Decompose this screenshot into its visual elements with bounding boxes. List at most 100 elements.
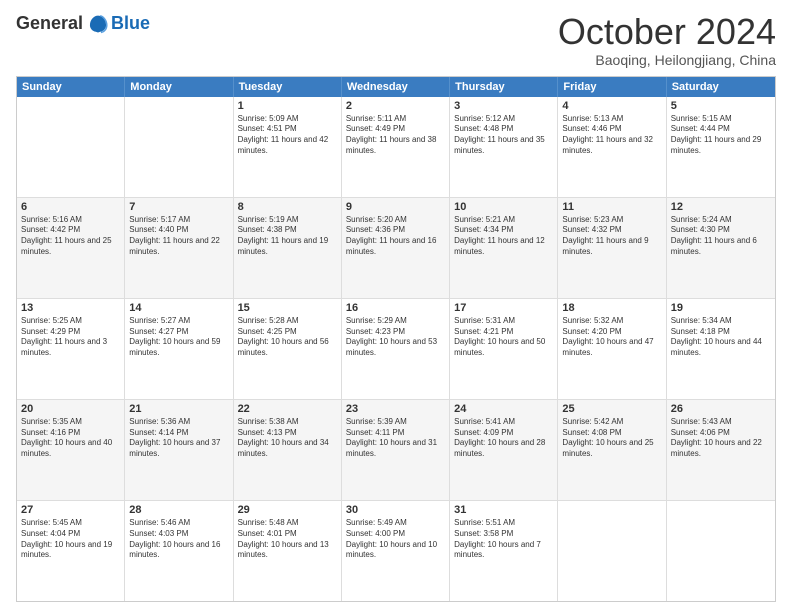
logo-area: General Blue — [16, 12, 150, 34]
cal-cell-r2-c6: 19 Sunrise: 5:34 AM Sunset: 4:18 PM Dayli… — [667, 299, 775, 399]
day-details: Sunrise: 5:43 AM Sunset: 4:06 PM Dayligh… — [671, 417, 771, 460]
logo: General Blue — [16, 12, 150, 34]
day-details: Sunrise: 5:11 AM Sunset: 4:49 PM Dayligh… — [346, 114, 445, 157]
cal-cell-r1-c3: 9 Sunrise: 5:20 AM Sunset: 4:36 PM Daylig… — [342, 198, 450, 298]
cal-cell-r0-c2: 1Sunrise: 5:09 AM Sunset: 4:51 PM Daylig… — [234, 97, 342, 197]
cal-cell-r4-c5 — [558, 501, 666, 601]
day-details: Sunrise: 5:28 AM Sunset: 4:25 PM Dayligh… — [238, 316, 337, 359]
header-friday: Friday — [558, 77, 666, 97]
cal-row-3: 20 Sunrise: 5:35 AM Sunset: 4:16 PM Dayli… — [17, 399, 775, 500]
day-details: Sunrise: 5:31 AM Sunset: 4:21 PM Dayligh… — [454, 316, 553, 359]
day-details: Sunrise: 5:39 AM Sunset: 4:11 PM Dayligh… — [346, 417, 445, 460]
day-details: Sunrise: 5:25 AM Sunset: 4:29 PM Dayligh… — [21, 316, 120, 359]
cal-cell-r3-c1: 21 Sunrise: 5:36 AM Sunset: 4:14 PM Dayli… — [125, 400, 233, 500]
cal-cell-r4-c2: 29 Sunrise: 5:48 AM Sunset: 4:01 PM Dayli… — [234, 501, 342, 601]
cal-cell-r4-c1: 28 Sunrise: 5:46 AM Sunset: 4:03 PM Dayli… — [125, 501, 233, 601]
cal-cell-r0-c3: 2 Sunrise: 5:11 AM Sunset: 4:49 PM Daylig… — [342, 97, 450, 197]
day-details: Sunrise: 5:35 AM Sunset: 4:16 PM Dayligh… — [21, 417, 120, 460]
day-details: Sunrise: 5:19 AM Sunset: 4:38 PM Dayligh… — [238, 215, 337, 258]
cal-cell-r2-c0: 13 Sunrise: 5:25 AM Sunset: 4:29 PM Dayli… — [17, 299, 125, 399]
day-number: 24 — [454, 403, 553, 415]
cal-row-0: 1Sunrise: 5:09 AM Sunset: 4:51 PM Daylig… — [17, 97, 775, 197]
cal-cell-r0-c0 — [17, 97, 125, 197]
day-details: Sunrise: 5:16 AM Sunset: 4:42 PM Dayligh… — [21, 215, 120, 258]
day-number: 22 — [238, 403, 337, 415]
day-details: Sunrise: 5:49 AM Sunset: 4:00 PM Dayligh… — [346, 518, 445, 561]
day-number: 6 — [21, 201, 120, 213]
cal-cell-r0-c6: 5 Sunrise: 5:15 AM Sunset: 4:44 PM Daylig… — [667, 97, 775, 197]
day-details: Sunrise: 5:32 AM Sunset: 4:20 PM Dayligh… — [562, 316, 661, 359]
cal-cell-r2-c5: 18 Sunrise: 5:32 AM Sunset: 4:20 PM Dayli… — [558, 299, 666, 399]
day-details: Sunrise: 5:46 AM Sunset: 4:03 PM Dayligh… — [129, 518, 228, 561]
day-number: 27 — [21, 504, 120, 516]
day-details: Sunrise: 5:17 AM Sunset: 4:40 PM Dayligh… — [129, 215, 228, 258]
day-number: 18 — [562, 302, 661, 314]
day-details: Sunrise: 5:24 AM Sunset: 4:30 PM Dayligh… — [671, 215, 771, 258]
cal-cell-r0-c5: 4 Sunrise: 5:13 AM Sunset: 4:46 PM Daylig… — [558, 97, 666, 197]
cal-cell-r2-c4: 17 Sunrise: 5:31 AM Sunset: 4:21 PM Dayli… — [450, 299, 558, 399]
cal-row-1: 6 Sunrise: 5:16 AM Sunset: 4:42 PM Daylig… — [17, 197, 775, 298]
day-details: Sunrise: 5:15 AM Sunset: 4:44 PM Dayligh… — [671, 114, 771, 157]
cal-cell-r0-c4: 3 Sunrise: 5:12 AM Sunset: 4:48 PM Daylig… — [450, 97, 558, 197]
day-number: 2 — [346, 100, 445, 112]
day-number: 12 — [671, 201, 771, 213]
day-number: 29 — [238, 504, 337, 516]
title-area: October 2024 Baoqing, Heilongjiang, Chin… — [558, 12, 776, 68]
day-number: 23 — [346, 403, 445, 415]
day-number: 14 — [129, 302, 228, 314]
cal-cell-r3-c3: 23 Sunrise: 5:39 AM Sunset: 4:11 PM Dayli… — [342, 400, 450, 500]
day-number: 19 — [671, 302, 771, 314]
cal-cell-r4-c4: 31 Sunrise: 5:51 AM Sunset: 3:58 PM Dayli… — [450, 501, 558, 601]
day-number: 3 — [454, 100, 553, 112]
day-number: 9 — [346, 201, 445, 213]
cal-cell-r2-c2: 15 Sunrise: 5:28 AM Sunset: 4:25 PM Dayli… — [234, 299, 342, 399]
logo-icon — [87, 12, 109, 34]
day-number: 15 — [238, 302, 337, 314]
day-number: 20 — [21, 403, 120, 415]
month-title: October 2024 — [558, 12, 776, 52]
calendar-body: 1Sunrise: 5:09 AM Sunset: 4:51 PM Daylig… — [17, 97, 775, 601]
cal-row-4: 27 Sunrise: 5:45 AM Sunset: 4:04 PM Dayli… — [17, 500, 775, 601]
day-number: 10 — [454, 201, 553, 213]
location-subtitle: Baoqing, Heilongjiang, China — [558, 52, 776, 68]
day-number: 26 — [671, 403, 771, 415]
day-details: Sunrise: 5:36 AM Sunset: 4:14 PM Dayligh… — [129, 417, 228, 460]
day-details: Sunrise: 5:41 AM Sunset: 4:09 PM Dayligh… — [454, 417, 553, 460]
day-number: 17 — [454, 302, 553, 314]
day-details: Sunrise: 5:21 AM Sunset: 4:34 PM Dayligh… — [454, 215, 553, 258]
cal-cell-r3-c4: 24 Sunrise: 5:41 AM Sunset: 4:09 PM Dayli… — [450, 400, 558, 500]
header-wednesday: Wednesday — [342, 77, 450, 97]
day-number: 11 — [562, 201, 661, 213]
cal-cell-r1-c4: 10 Sunrise: 5:21 AM Sunset: 4:34 PM Dayli… — [450, 198, 558, 298]
day-details: Sunrise: 5:20 AM Sunset: 4:36 PM Dayligh… — [346, 215, 445, 258]
day-details: Sunrise: 5:48 AM Sunset: 4:01 PM Dayligh… — [238, 518, 337, 561]
day-number: 13 — [21, 302, 120, 314]
cal-cell-r3-c5: 25Sunrise: 5:42 AM Sunset: 4:08 PM Dayli… — [558, 400, 666, 500]
day-details: Sunrise: 5:29 AM Sunset: 4:23 PM Dayligh… — [346, 316, 445, 359]
cal-cell-r1-c5: 11 Sunrise: 5:23 AM Sunset: 4:32 PM Dayli… — [558, 198, 666, 298]
day-number: 1 — [238, 100, 337, 112]
cal-cell-r4-c0: 27 Sunrise: 5:45 AM Sunset: 4:04 PM Dayli… — [17, 501, 125, 601]
day-number: 8 — [238, 201, 337, 213]
day-number: 21 — [129, 403, 228, 415]
day-details: Sunrise: 5:13 AM Sunset: 4:46 PM Dayligh… — [562, 114, 661, 157]
day-number: 4 — [562, 100, 661, 112]
day-number: 28 — [129, 504, 228, 516]
cal-cell-r1-c2: 8 Sunrise: 5:19 AM Sunset: 4:38 PM Daylig… — [234, 198, 342, 298]
day-details: Sunrise: 5:45 AM Sunset: 4:04 PM Dayligh… — [21, 518, 120, 561]
day-number: 7 — [129, 201, 228, 213]
cal-cell-r3-c6: 26 Sunrise: 5:43 AM Sunset: 4:06 PM Dayli… — [667, 400, 775, 500]
day-details: Sunrise: 5:51 AM Sunset: 3:58 PM Dayligh… — [454, 518, 553, 561]
cal-cell-r3-c2: 22Sunrise: 5:38 AM Sunset: 4:13 PM Dayli… — [234, 400, 342, 500]
day-number: 31 — [454, 504, 553, 516]
cal-cell-r4-c3: 30Sunrise: 5:49 AM Sunset: 4:00 PM Dayli… — [342, 501, 450, 601]
header-saturday: Saturday — [667, 77, 775, 97]
day-number: 5 — [671, 100, 771, 112]
day-number: 25 — [562, 403, 661, 415]
day-details: Sunrise: 5:12 AM Sunset: 4:48 PM Dayligh… — [454, 114, 553, 157]
day-details: Sunrise: 5:27 AM Sunset: 4:27 PM Dayligh… — [129, 316, 228, 359]
day-details: Sunrise: 5:23 AM Sunset: 4:32 PM Dayligh… — [562, 215, 661, 258]
cal-cell-r0-c1 — [125, 97, 233, 197]
day-number: 16 — [346, 302, 445, 314]
day-details: Sunrise: 5:34 AM Sunset: 4:18 PM Dayligh… — [671, 316, 771, 359]
